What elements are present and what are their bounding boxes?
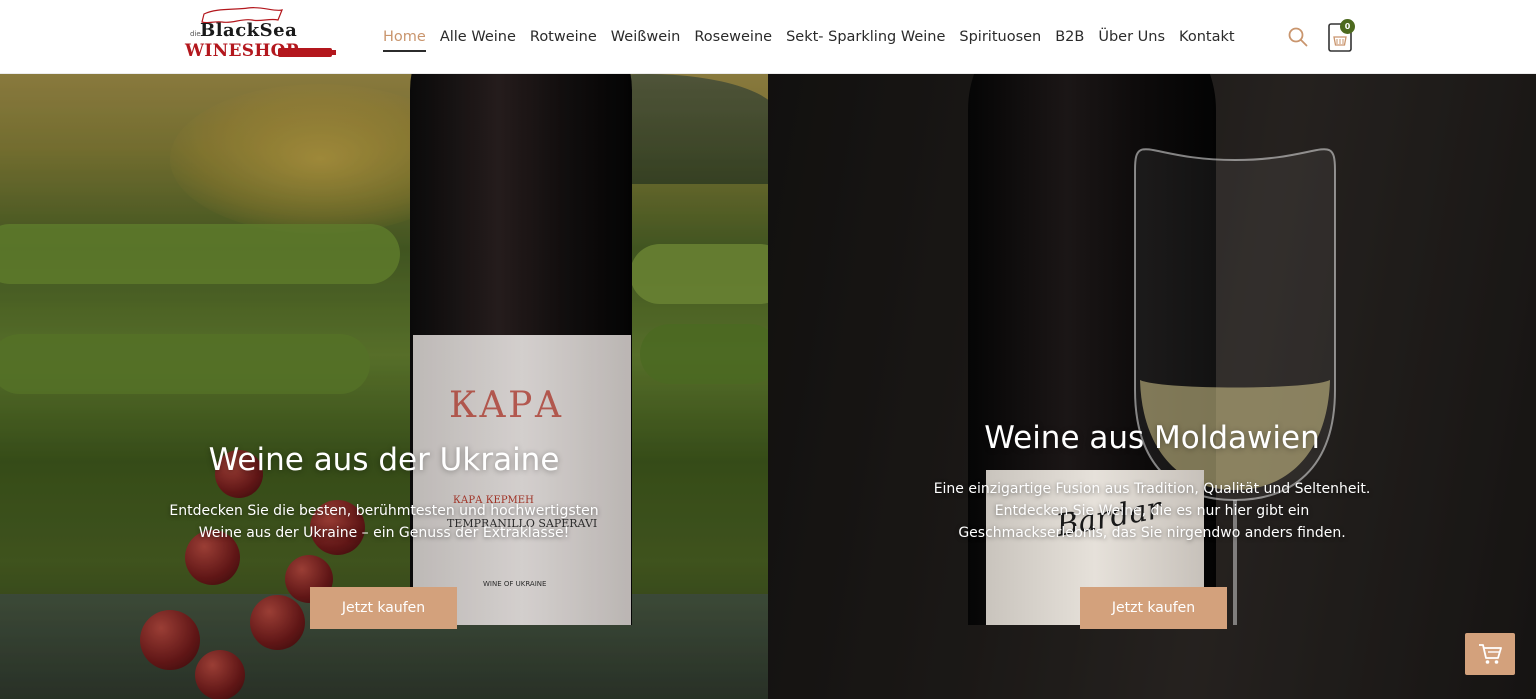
shop-ukraine-button[interactable]: Jetzt kaufen — [310, 587, 457, 629]
cart-icon — [1479, 644, 1502, 664]
site-logo[interactable]: die BlackSea WINESHOP — [182, 6, 338, 68]
hero-text-ukraine-line1: Entdecken Sie die besten, berühmtesten u… — [169, 503, 599, 519]
nav-item-alle-weine[interactable]: Alle Weine — [440, 0, 516, 74]
hero-text-ukraine-line2: Weine aus der Ukraine – ein Genuss der E… — [198, 525, 570, 541]
logo-line1: BlackSea — [200, 20, 298, 41]
search-icon[interactable] — [1287, 26, 1309, 48]
main-nav: Home Alle Weine Rotweine Weißwein Rosewe… — [383, 0, 1249, 74]
hero-text-moldova-line2: Entdecken Sie Weine, die es nur hier gib… — [994, 503, 1310, 519]
nav-item-rotweine[interactable]: Rotweine — [530, 0, 597, 74]
nav-item-spirituosen[interactable]: Spirituosen — [959, 0, 1041, 74]
logo-line2: WINESHOP — [185, 41, 299, 61]
cart-count-badge: 0 — [1340, 19, 1355, 34]
nav-item-kontakt[interactable]: Kontakt — [1179, 0, 1235, 74]
floating-cart-button[interactable] — [1465, 633, 1515, 675]
shop-moldova-button[interactable]: Jetzt kaufen — [1080, 587, 1227, 629]
nav-item-roseweine[interactable]: Roseweine — [694, 0, 772, 74]
nav-item-ueber-uns[interactable]: Über Uns — [1098, 0, 1165, 74]
nav-item-weisswein[interactable]: Weißwein — [611, 0, 681, 74]
hero-text-moldova-line3: Geschmackserlebnis, das Sie nirgendwo an… — [958, 525, 1346, 541]
nav-item-b2b[interactable]: B2B — [1055, 0, 1084, 74]
hero-title-moldova: Weine aus Moldawien — [984, 420, 1320, 456]
nav-item-sekt[interactable]: Sekt- Sparkling Weine — [786, 0, 945, 74]
nav-item-home[interactable]: Home — [383, 0, 426, 74]
hero-text-moldova-line1: Eine einzigartige Fusion aus Tradition, … — [933, 481, 1371, 497]
site-header: die BlackSea WINESHOP Home Alle Weine Ro… — [0, 0, 1536, 74]
hero-title-ukraine: Weine aus der Ukraine — [208, 442, 560, 478]
